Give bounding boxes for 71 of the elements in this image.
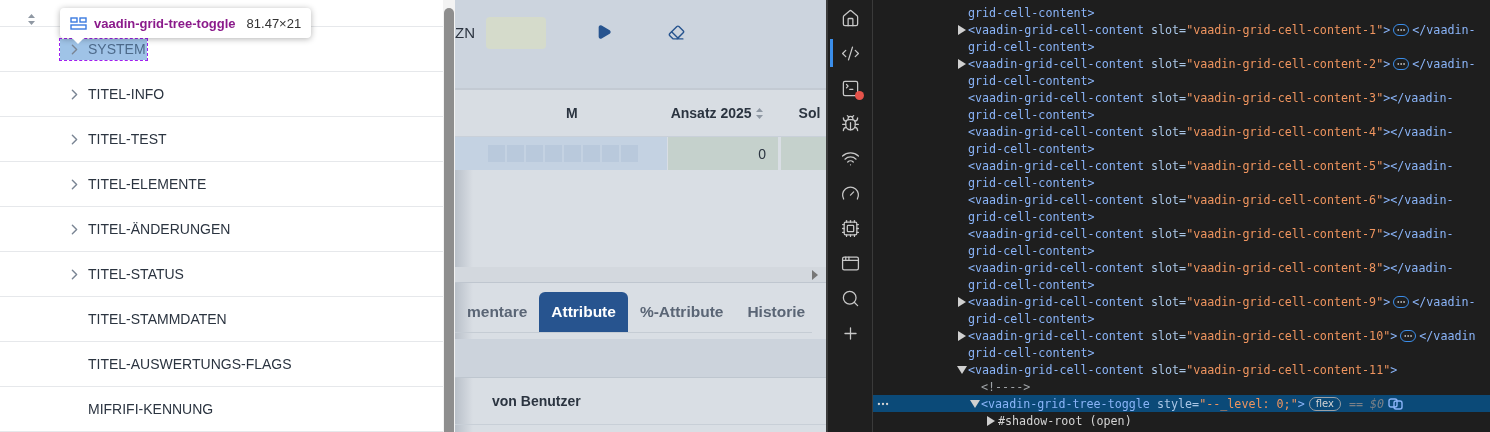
overlap-icon[interactable] [1388, 397, 1405, 410]
tab[interactable]: Historie [735, 292, 818, 332]
column-header: von Benutzer [492, 393, 581, 409]
element-tag[interactable]: <vaadin-grid-cell-content slot="vaadin-grid-cell-content-3"> [968, 90, 1391, 105]
tree-toggle[interactable]: TITEL-STATUS [60, 263, 185, 285]
element-tag[interactable]: <vaadin-grid-cell-content slot="vaadin-grid-cell-content-1"> [968, 22, 1391, 37]
element-tag[interactable]: <vaadin-grid-cell-content slot="vaadin-grid-cell-content-11"> [968, 362, 1398, 377]
table-cell: 0 [668, 137, 778, 170]
tree-toggle[interactable]: TITEL-ELEMENTE [60, 173, 208, 195]
tree-toggle[interactable]: TITEL-INFO [60, 83, 166, 105]
closing-tag: </vaadin- [1390, 192, 1454, 207]
closing-tag: </vaadin- [1390, 124, 1454, 139]
tree-toggle[interactable]: MIFRIFI-KENNUNG [60, 398, 215, 420]
closing-tag: </vaadin [1419, 328, 1476, 343]
element-tag[interactable]: <vaadin-grid-cell-content slot="vaadin-grid-cell-content-6"> [968, 192, 1391, 207]
expand-arrow-icon[interactable] [957, 330, 968, 341]
column-header[interactable]: Sol [798, 105, 821, 121]
closing-tag: </vaadin- [1412, 294, 1476, 309]
comment-node[interactable]: <!----> [981, 379, 1031, 394]
code-line: grid-cell-content> [968, 5, 1095, 20]
tree-toggle[interactable]: TITEL-STAMMDATEN [60, 308, 228, 330]
closing-tag: grid-cell-content> [968, 107, 1095, 122]
element-tag[interactable]: <vaadin-grid-cell-content slot="vaadin-grid-cell-content-7"> [968, 226, 1391, 241]
run-button[interactable] [596, 24, 612, 40]
closing-tag: </vaadin- [1390, 90, 1454, 105]
tree-toggle[interactable]: TITEL-AUSWERTUNGS-FLAGS [60, 353, 293, 375]
closing-tag: </vaadin- [1412, 56, 1476, 71]
tree-toggle[interactable]: TITEL-TEST [60, 128, 168, 150]
column-header[interactable]: M [566, 105, 578, 121]
element-name: vaadin-grid-tree-toggle [94, 15, 236, 31]
closing-tag: grid-cell-content> [968, 277, 1095, 292]
expand-arrow-icon[interactable] [957, 296, 968, 307]
tree-toggle[interactable]: TITEL-ÄNDERUNGEN [60, 218, 232, 240]
element-tag[interactable]: <vaadin-grid-cell-content slot="vaadin-grid-cell-content-9"> [968, 294, 1391, 309]
table-cell [781, 137, 826, 170]
element-size: 81.47×21 [246, 15, 302, 31]
expand-arrow-icon[interactable] [986, 415, 997, 426]
closing-tag: grid-cell-content> [968, 209, 1095, 224]
closing-tag: grid-cell-content> [968, 39, 1095, 54]
collapse-arrow-icon[interactable] [957, 364, 968, 375]
expand-arrow-icon[interactable] [957, 24, 968, 35]
element-tag[interactable]: <vaadin-grid-cell-content slot="vaadin-grid-cell-content-5"> [968, 158, 1391, 173]
element-tag[interactable]: <vaadin-grid-cell-content slot="vaadin-grid-cell-content-10"> [968, 328, 1398, 343]
closing-tag: </vaadin- [1390, 226, 1454, 241]
element-tag[interactable]: <vaadin-grid-cell-content slot="vaadin-grid-cell-content-4"> [968, 124, 1391, 139]
expand-arrow-icon[interactable] [957, 58, 968, 69]
element-icon [70, 16, 87, 30]
sort-icon[interactable] [28, 14, 35, 25]
node-reference: == $0 [1348, 396, 1385, 411]
closing-tag: </vaadin- [1390, 260, 1454, 275]
closing-tag: grid-cell-content> [968, 243, 1095, 258]
closing-tag: grid-cell-content> [968, 141, 1095, 156]
scroll-right-icon[interactable] [812, 269, 818, 280]
element-tag[interactable]: <vaadin-grid-tree-toggle style="--_level: 0;"> [981, 396, 1305, 411]
element-tag[interactable]: <vaadin-grid-cell-content slot="vaadin-grid-cell-content-8"> [968, 260, 1391, 275]
filter-label: ZN [455, 24, 475, 41]
eraser-button[interactable] [668, 24, 685, 41]
tab[interactable]: mentare [455, 292, 540, 332]
scrollbar-thumb[interactable] [444, 8, 454, 432]
shadow-root-node[interactable]: #shadow-root (open) [998, 413, 1132, 428]
tab[interactable]: %-Attribute [627, 292, 736, 332]
closing-tag: grid-cell-content> [968, 345, 1095, 360]
closing-tag: </vaadin- [1412, 22, 1476, 37]
closing-tag: grid-cell-content> [968, 175, 1095, 190]
collapse-arrow-icon[interactable] [970, 398, 981, 409]
closing-tag: </vaadin- [1390, 158, 1454, 173]
closing-tag: grid-cell-content> [968, 311, 1095, 326]
closing-tag: grid-cell-content> [968, 73, 1095, 88]
tab[interactable]: Attribute [539, 292, 628, 332]
element-tag[interactable]: <vaadin-grid-cell-content slot="vaadin-grid-cell-content-2"> [968, 56, 1391, 71]
column-header[interactable]: Ansatz 2025 [670, 105, 763, 121]
